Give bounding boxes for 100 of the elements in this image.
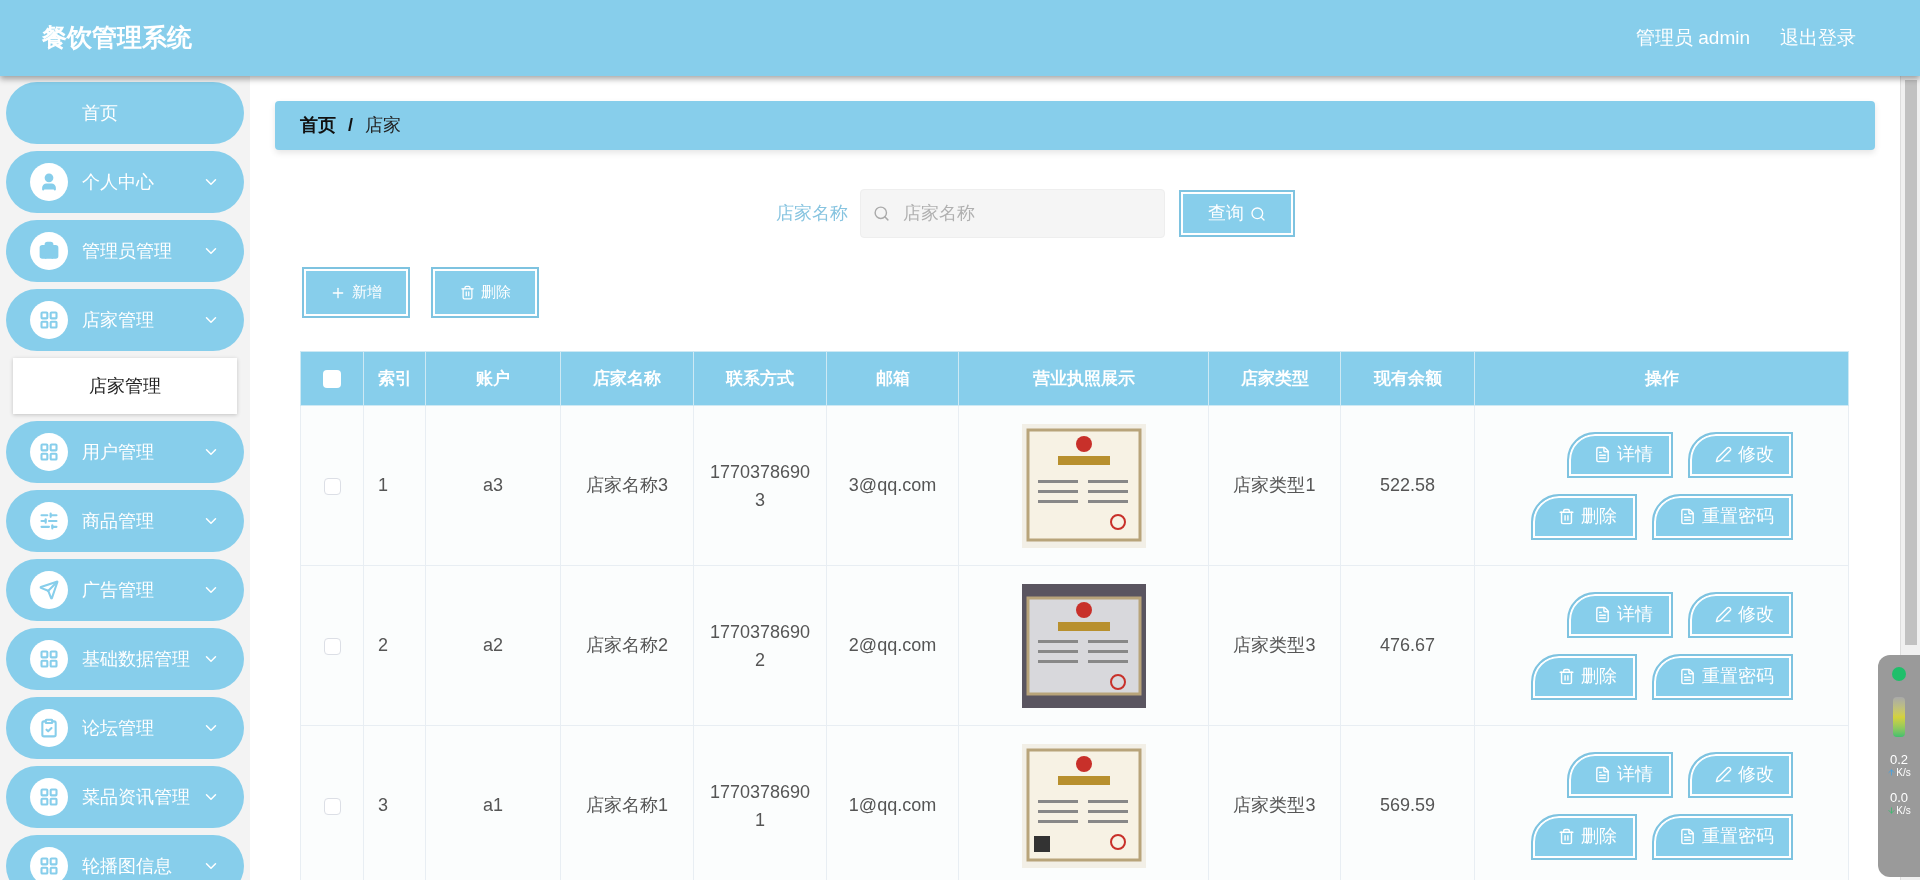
table-cell: 1 [363, 405, 426, 566]
delete-button[interactable]: 删除 [1530, 813, 1637, 860]
pen-icon [1714, 766, 1732, 783]
sidebar-item[interactable]: 首页 [6, 82, 244, 144]
sidebar-item[interactable]: 用户管理 [6, 421, 244, 483]
delete-button[interactable]: 删除 [1530, 493, 1637, 540]
sidebar-item[interactable]: 个人中心 [6, 151, 244, 213]
delete-button[interactable]: 删除 [431, 267, 539, 318]
document-icon [1594, 606, 1611, 623]
search-label: 店家名称 [775, 202, 848, 225]
edit-button[interactable]: 修改 [1687, 431, 1793, 478]
header-checkbox[interactable] [323, 370, 341, 389]
document-icon [1678, 508, 1696, 525]
query-button[interactable]: 查询 [1178, 190, 1295, 237]
trash-icon [1558, 508, 1575, 525]
menu-label: 个人中心 [82, 170, 154, 194]
trash-icon [459, 285, 475, 300]
document-icon [1594, 766, 1611, 783]
breadcrumb-link[interactable]: 首页 [300, 112, 336, 139]
menu-label: 商品管理 [82, 509, 154, 533]
table-cell: 2 [363, 565, 426, 726]
menu-label: 论坛管理 [82, 716, 154, 740]
sidebar-item[interactable]: 论坛管理 [6, 697, 244, 759]
search-icon [1249, 205, 1266, 222]
sidebar-item[interactable]: 菜品资讯管理 [6, 766, 244, 828]
breadcrumb-current: 店家 [365, 114, 401, 137]
sidebar-item[interactable]: 店家管理 [6, 289, 244, 351]
grid-icon [30, 778, 68, 816]
search-field[interactable]: 店家名称 [859, 189, 1165, 238]
trash-icon [1558, 828, 1575, 845]
document-icon [1678, 668, 1696, 685]
grid-icon [30, 640, 68, 678]
sidebar-item[interactable]: 管理员管理 [6, 220, 244, 282]
arrow-up-icon [1887, 768, 1897, 777]
document-icon [1678, 828, 1696, 845]
grid-icon [30, 433, 68, 471]
details-button[interactable]: 详情 [1566, 431, 1673, 478]
briefcase-icon [30, 232, 68, 270]
sliders-icon [30, 502, 68, 540]
table-cell: 3@qq.com [826, 405, 959, 566]
row-checkbox[interactable] [323, 477, 341, 495]
upload-unit: K/s [1896, 766, 1911, 779]
clipboard-check-icon [30, 709, 68, 747]
column-header: 邮箱 [826, 351, 959, 406]
details-button[interactable]: 详情 [1566, 751, 1673, 798]
reset-password-button[interactable]: 重置密码 [1651, 813, 1793, 860]
edit-button[interactable]: 修改 [1687, 591, 1793, 638]
logout-link[interactable]: 退出登录 [1780, 23, 1856, 53]
user-label: 管理员 admin [1635, 25, 1750, 50]
pen-icon [1714, 446, 1732, 463]
sidebar-item[interactable]: 商品管理 [6, 490, 244, 552]
table-cell: 店家名称3 [560, 405, 694, 566]
grid-icon [30, 301, 68, 339]
edit-button[interactable]: 修改 [1687, 751, 1793, 798]
column-header: 店家类型 [1208, 351, 1341, 406]
sidebar-item[interactable]: 基础数据管理 [6, 628, 244, 690]
user-icon [30, 163, 68, 201]
column-header: 联系方式 [693, 351, 827, 406]
column-header: 营业执照展示 [958, 351, 1209, 406]
scrollbar-thumb[interactable] [1904, 80, 1917, 645]
row-checkbox[interactable] [323, 797, 341, 815]
delete-button[interactable]: 删除 [1530, 653, 1637, 700]
menu-label: 管理员管理 [82, 239, 172, 263]
row-checkbox[interactable] [323, 637, 341, 655]
table-cell: 店家名称2 [560, 565, 694, 726]
menu-label: 广告管理 [82, 578, 154, 602]
details-button[interactable]: 详情 [1566, 591, 1673, 638]
table-cell: 17703786902 [693, 565, 827, 726]
upload-speed: 0.2 [1889, 753, 1909, 766]
search-icon [872, 205, 890, 222]
download-speed: 0.0 [1889, 791, 1909, 804]
menu-label: 店家管理 [82, 308, 154, 332]
sidebar-item[interactable]: 广告管理 [6, 559, 244, 621]
column-header: 账户 [425, 351, 561, 406]
column-header: 现有余额 [1340, 351, 1475, 406]
column-header: 操作 [1474, 351, 1849, 406]
sidebar-item[interactable]: 轮播图信息 [6, 835, 244, 880]
arrow-down-icon [1887, 806, 1897, 815]
menu-label: 菜品资讯管理 [82, 785, 190, 809]
table-cell: a3 [425, 405, 561, 566]
table-cell: a2 [425, 565, 561, 726]
reset-password-button[interactable]: 重置密码 [1651, 493, 1793, 540]
breadcrumb-separator: / [348, 114, 353, 137]
add-button[interactable]: 新增 [302, 267, 410, 318]
table-cell: 522.58 [1340, 405, 1475, 566]
column-header: 店家名称 [560, 351, 694, 406]
column-header: 索引 [363, 351, 426, 406]
download-unit: K/s [1896, 804, 1911, 817]
table-cell: 店家类型3 [1208, 565, 1341, 726]
reset-password-button[interactable]: 重置密码 [1651, 653, 1793, 700]
paper-plane-icon [30, 571, 68, 609]
submenu-item[interactable]: 店家管理 [13, 358, 237, 414]
usage-bar-icon [1893, 697, 1905, 737]
table-cell: 476.67 [1340, 565, 1475, 726]
menu-label: 用户管理 [82, 440, 154, 464]
table-cell: 17703786903 [693, 405, 827, 566]
app-title: 餐饮管理系统 [42, 22, 192, 54]
document-icon [1594, 446, 1611, 463]
pen-icon [1714, 606, 1732, 623]
table-cell: 2@qq.com [826, 565, 959, 726]
